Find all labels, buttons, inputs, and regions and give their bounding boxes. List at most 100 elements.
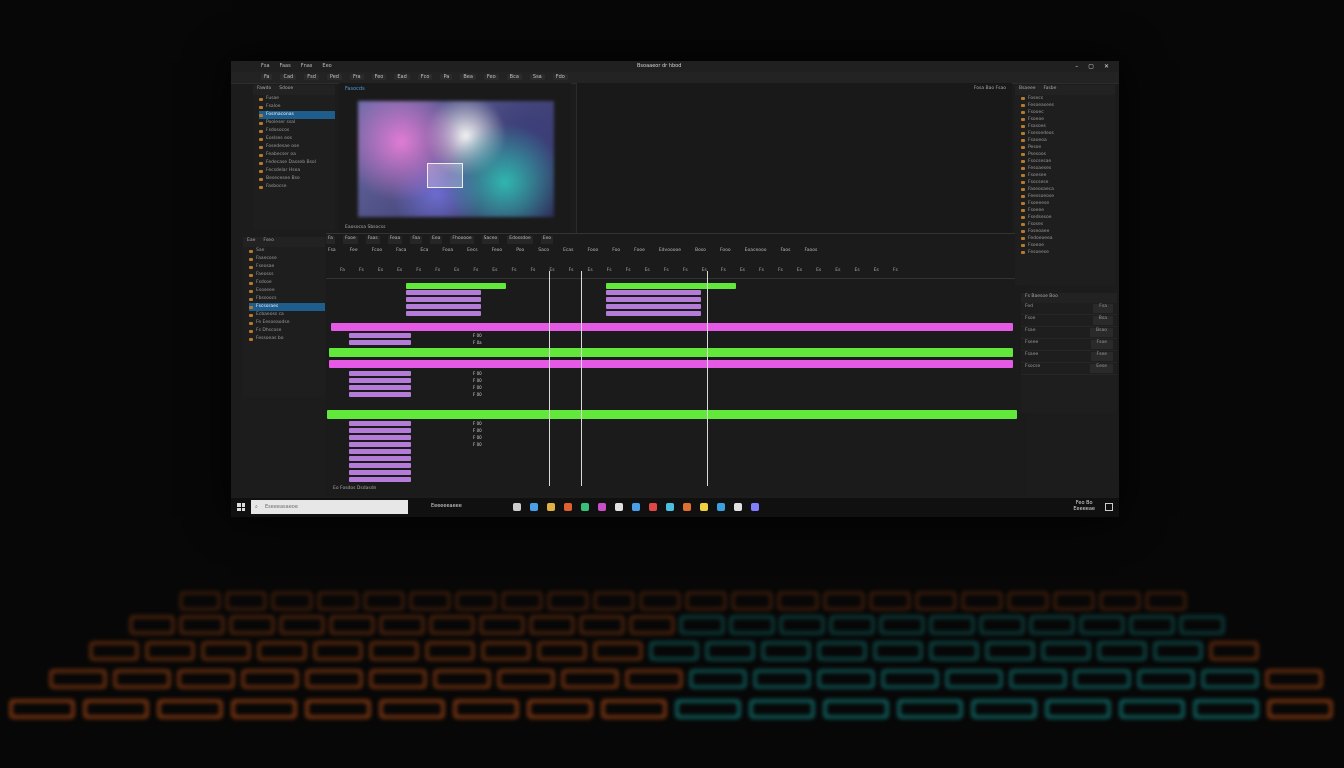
video-app-icon[interactable] — [649, 503, 657, 511]
timeline-tab[interactable]: Edossdoe — [507, 236, 533, 244]
effect-item[interactable]: Fsoeoe — [1021, 116, 1115, 123]
timeline-subtab[interactable]: Eecs — [465, 248, 479, 256]
tree-item[interactable]: Esoseee — [249, 287, 325, 295]
file-explorer-icon[interactable] — [513, 503, 521, 511]
tree-item[interactable]: Fbssoocs — [249, 295, 325, 303]
task-view-label[interactable]: Eeeeeeaeee — [431, 503, 462, 509]
timeline-subtab[interactable]: Eca — [418, 248, 430, 256]
tree-item[interactable]: Feabecser oa — [259, 151, 335, 159]
timeline-tab[interactable]: Fa — [326, 236, 335, 244]
timeline-tab[interactable]: Faas — [365, 236, 380, 244]
effect-item[interactable]: Fsaoeoa — [1021, 137, 1115, 144]
sub-clip[interactable] — [349, 392, 411, 397]
effect-item[interactable]: Fsocsesae — [1021, 158, 1115, 165]
sub-clip[interactable] — [349, 385, 411, 390]
timeline-subtab[interactable]: Foo — [610, 248, 622, 256]
toolbar-button[interactable]: Fdo — [552, 74, 568, 80]
clock[interactable]: Feo Bo Eeeeeae — [1073, 500, 1095, 512]
sub-clip[interactable] — [606, 297, 701, 302]
effect-item[interactable]: Fosecs — [1021, 95, 1115, 102]
sub-clip[interactable] — [349, 470, 411, 475]
sub-clip[interactable] — [349, 428, 411, 433]
effect-item[interactable]: Fsooec — [1021, 109, 1115, 116]
chat-app-icon[interactable] — [581, 503, 589, 511]
minimize-button[interactable]: – — [1075, 63, 1078, 70]
effect-item[interactable]: Fsoeee — [1021, 207, 1115, 214]
timeline-subtab[interactable]: Ecas — [561, 248, 575, 256]
sub-clip[interactable] — [349, 435, 411, 440]
toolbar-button[interactable]: Pa — [440, 74, 453, 80]
property-value[interactable]: Eese — [1090, 364, 1113, 373]
tree-item[interactable]: Fedecase Dasseb Bsol — [259, 159, 335, 167]
video-clip[interactable] — [327, 410, 1017, 419]
property-value[interactable]: Bsa — [1092, 316, 1113, 325]
settings-icon[interactable] — [734, 503, 742, 511]
mail-icon[interactable] — [632, 503, 640, 511]
timeline-subtab[interactable]: Edvooooe — [657, 248, 683, 256]
browser-icon[interactable] — [530, 503, 538, 511]
video-clip[interactable] — [606, 283, 736, 289]
playhead-line[interactable] — [707, 271, 708, 486]
timeline-subtab[interactable]: Boso — [693, 248, 708, 256]
playhead-line[interactable] — [581, 271, 582, 486]
maximize-button[interactable]: ▢ — [1088, 63, 1094, 70]
tree-item[interactable]: Ecbaeoss ca — [249, 311, 325, 319]
effect-item[interactable]: Psesoos — [1021, 151, 1115, 158]
tree-item[interactable]: Fecsdelar Hsea — [259, 167, 335, 175]
edge-icon[interactable] — [666, 503, 674, 511]
toolbar-button[interactable]: Bca — [506, 74, 522, 80]
tree-item[interactable]: Fusae — [259, 95, 335, 103]
tree-item[interactable]: Fsdosocos — [259, 127, 335, 135]
tree-item[interactable]: Faaecose — [249, 255, 325, 263]
effect-item[interactable]: Feessoeose — [1021, 193, 1115, 200]
toolbar-button[interactable]: Fco — [417, 74, 433, 80]
tree-item[interactable]: Fosedesae ose — [259, 143, 335, 151]
timeline-tab[interactable]: Feaa — [387, 236, 403, 244]
timeline-tab[interactable]: Faa — [410, 236, 423, 244]
effect-item[interactable]: Fesoaeses — [1021, 165, 1115, 172]
audio-clip[interactable] — [329, 360, 1013, 368]
timeline-subtab[interactable]: Fooa — [440, 248, 455, 256]
sub-clip[interactable] — [406, 304, 481, 309]
sub-clip[interactable] — [349, 449, 411, 454]
menu-item[interactable]: Faas — [280, 63, 291, 69]
timeline-tab[interactable]: Saceo — [481, 236, 500, 244]
effect-item[interactable]: Fsoses — [1021, 221, 1115, 228]
sub-clip[interactable] — [349, 421, 411, 426]
sub-clip[interactable] — [349, 463, 411, 468]
timeline-subtab[interactable]: Fooe — [632, 248, 647, 256]
effects-tab[interactable]: Bsaeee — [1019, 86, 1036, 94]
tree-item[interactable]: Sae — [249, 247, 325, 255]
effects-tab[interactable]: Fasbe — [1044, 86, 1057, 94]
toolbar-button[interactable]: Bea — [460, 74, 476, 80]
toolbar-button[interactable]: Ped — [326, 74, 342, 80]
monitor-controls[interactable]: Fosa Bao Fsao — [974, 86, 1006, 91]
video-clip[interactable] — [406, 283, 506, 289]
toolbar-button[interactable]: Fsd — [304, 74, 319, 80]
toolbar-button[interactable]: Feo — [371, 74, 387, 80]
timeline-subtab[interactable]: Fsa — [326, 248, 338, 256]
effect-item[interactable]: Fsoeoe — [1021, 242, 1115, 249]
effect-item[interactable]: Fsedsesoe — [1021, 214, 1115, 221]
timeline-tab[interactable]: Eea — [430, 236, 443, 244]
sub-clip[interactable] — [349, 456, 411, 461]
timeline-subtab[interactable]: Faca — [394, 248, 408, 256]
timeline-subtab[interactable]: Eoaceooo — [743, 248, 769, 256]
effect-item[interactable]: Fesoeasees — [1021, 102, 1115, 109]
notification-icon[interactable] — [1105, 503, 1113, 511]
sub-clip[interactable] — [406, 290, 481, 295]
media-tab[interactable]: Eae — [247, 238, 255, 246]
taskbar-search-input[interactable]: ⌕ Eseeeasaeoe — [251, 500, 408, 514]
tree-item[interactable]: Faeosss — [249, 271, 325, 279]
timeline-subtab[interactable]: Fooo — [718, 248, 733, 256]
sub-clip[interactable] — [349, 477, 411, 482]
tree-item[interactable]: Fscsoraes — [249, 303, 325, 311]
notes-icon[interactable] — [700, 503, 708, 511]
effect-item[interactable]: Fesoeese — [1021, 249, 1115, 256]
property-value[interactable]: Fsee — [1090, 352, 1113, 361]
timeline-subtab[interactable]: Feoo — [490, 248, 505, 256]
tree-item[interactable]: Fosmaconas — [259, 111, 335, 119]
tree-item[interactable]: Fsaloe — [259, 103, 335, 111]
sub-clip[interactable] — [349, 333, 411, 338]
timeline-subtab[interactable]: Faos — [779, 248, 793, 256]
